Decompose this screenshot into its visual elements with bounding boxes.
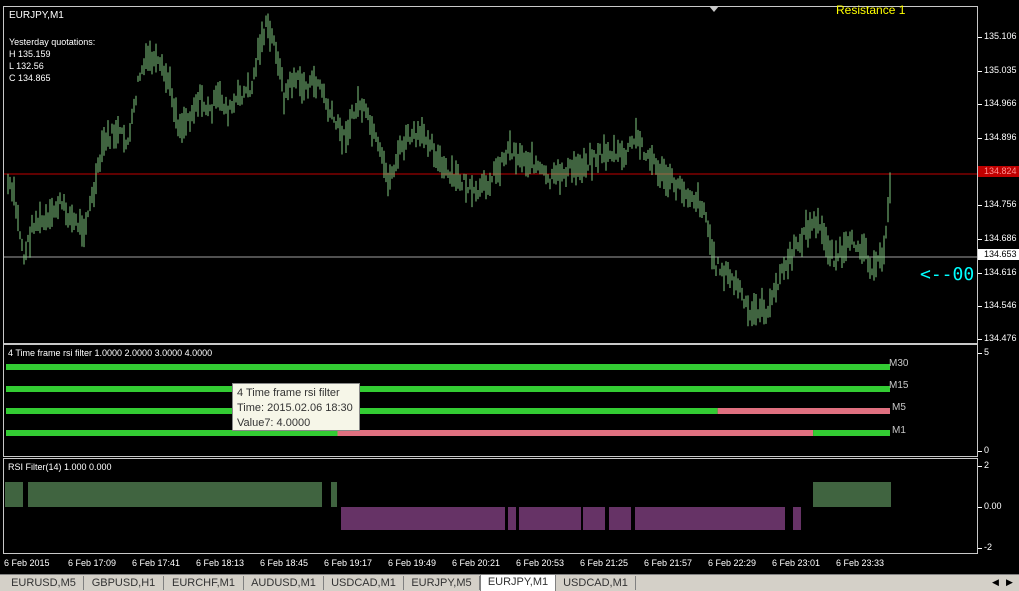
quote-close: C 134.865 <box>9 73 51 83</box>
time-tick: 6 Feb 2015 <box>4 558 50 568</box>
shift-marker-icon[interactable] <box>709 6 719 12</box>
price-tick: 134.546 <box>978 300 1017 310</box>
time-tick: 6 Feb 18:45 <box>260 558 309 568</box>
time-tick: 6 Feb 19:17 <box>324 558 373 568</box>
rsi-scale-bottom: -2 <box>978 542 992 552</box>
label-m15: M15 <box>889 380 909 391</box>
time-tick: 6 Feb 17:09 <box>68 558 117 568</box>
price-tick: 134.616 <box>978 267 1017 277</box>
rsi-title: RSI Filter(14) 1.000 0.000 <box>8 462 112 472</box>
tooltip-time: Time: 2015.02.06 18:30 <box>237 402 353 414</box>
price-tick: 134.756 <box>978 199 1017 209</box>
tab-audusd-m1[interactable]: AUDUSD,M1 <box>244 576 324 590</box>
tab-scroll-left-icon[interactable]: ◀ <box>992 577 999 588</box>
timeframe-bar-segment <box>6 364 890 370</box>
time-tick: 6 Feb 20:21 <box>452 558 501 568</box>
timeframe-bar-segment <box>717 408 890 414</box>
time-tick: 6 Feb 18:13 <box>196 558 245 568</box>
rsi-canvas <box>5 482 891 530</box>
tab-scroll-right-icon[interactable]: ▶ <box>1006 577 1013 588</box>
tooltip-value: Value7: 4.0000 <box>237 417 311 429</box>
timeframe-bar-segment <box>337 430 814 436</box>
tooltip-title: 4 Time frame rsi filter <box>237 387 340 399</box>
label-m30: M30 <box>889 358 909 369</box>
time-tick: 6 Feb 22:29 <box>708 558 757 568</box>
rsi-scale-mid: 0.00 <box>978 501 1002 511</box>
filter-scale-top: 5 <box>978 347 989 357</box>
filter-axis: 5 0 <box>978 344 1019 457</box>
price-tick: 135.035 <box>978 65 1017 75</box>
price-chart-canvas <box>4 13 977 327</box>
resistance-label: Resistance 1 <box>836 3 906 17</box>
label-m1: M1 <box>892 425 906 436</box>
red-line-price-tag: 134.824 <box>978 166 1019 177</box>
time-tick: 6 Feb 19:49 <box>388 558 437 568</box>
price-axis: 135.106 135.035 134.966 134.896 134.756 … <box>978 6 1019 344</box>
tab-usdcad-m1[interactable]: USDCAD,M1 <box>324 576 404 590</box>
timeframe-bar-segment <box>813 430 890 436</box>
time-axis: 6 Feb 2015 6 Feb 17:09 6 Feb 17:41 6 Feb… <box>0 554 1019 574</box>
time-tick: 6 Feb 20:53 <box>516 558 565 568</box>
tab-gbpusd-h1[interactable]: GBPUSD,H1 <box>84 576 164 590</box>
rsi-scale-top: 2 <box>978 460 989 470</box>
indicator-tooltip: 4 Time frame rsi filter Time: 2015.02.06… <box>232 383 360 431</box>
label-m5: M5 <box>892 402 906 413</box>
rsi-axis: 2 0.00 -2 <box>978 458 1019 554</box>
time-tick: 6 Feb 23:33 <box>836 558 885 568</box>
timeframe-bar-segment <box>6 386 890 392</box>
chart-symbol-title: EURJPY,M1 <box>9 10 64 21</box>
time-tick: 6 Feb 23:01 <box>772 558 821 568</box>
tab-eurchf-m1[interactable]: EURCHF,M1 <box>164 576 244 590</box>
quote-high: H 135.159 <box>9 49 51 59</box>
tab-eurjpy-m5[interactable]: EURJPY,M5 <box>404 576 480 590</box>
filter-title: 4 Time frame rsi filter 1.0000 2.0000 3.… <box>8 348 213 358</box>
timeframe-bar-segment <box>6 408 718 414</box>
quotes-title: Yesterday quotations: <box>9 37 96 47</box>
bid-price-tag: 134.653 <box>978 249 1019 260</box>
price-tick: 134.896 <box>978 132 1017 142</box>
quote-low: L 132.56 <box>9 61 44 71</box>
filter-canvas <box>6 364 890 436</box>
rsi-histogram-pane[interactable]: RSI Filter(14) 1.000 0.000 <box>3 458 978 554</box>
time-tick: 6 Feb 21:57 <box>644 558 693 568</box>
tab-eurjpy-m1[interactable]: EURJPY,M1 <box>480 574 556 591</box>
tab-usdcad-m1-2[interactable]: USDCAD,M1 <box>556 576 636 590</box>
price-tick: 135.106 <box>978 31 1017 41</box>
tab-eurusd-m5[interactable]: EURUSD,M5 <box>4 576 84 590</box>
time-tick: 6 Feb 17:41 <box>132 558 181 568</box>
rsi-filter-pane[interactable]: 4 Time frame rsi filter 1.0000 2.0000 3.… <box>3 344 978 457</box>
price-tick: 134.686 <box>978 233 1017 243</box>
price-chart-pane[interactable]: EURJPY,M1 Yesterday quotations: H 135.15… <box>3 3 978 344</box>
price-arrow-marker: <--00 <box>920 264 975 285</box>
time-tick: 6 Feb 21:25 <box>580 558 629 568</box>
chart-tabs-bar: EURUSD,M5 GBPUSD,H1 EURCHF,M1 AUDUSD,M1 … <box>0 574 1019 591</box>
filter-scale-bottom: 0 <box>978 445 989 455</box>
price-tick: 134.966 <box>978 98 1017 108</box>
price-tick: 134.476 <box>978 333 1017 343</box>
